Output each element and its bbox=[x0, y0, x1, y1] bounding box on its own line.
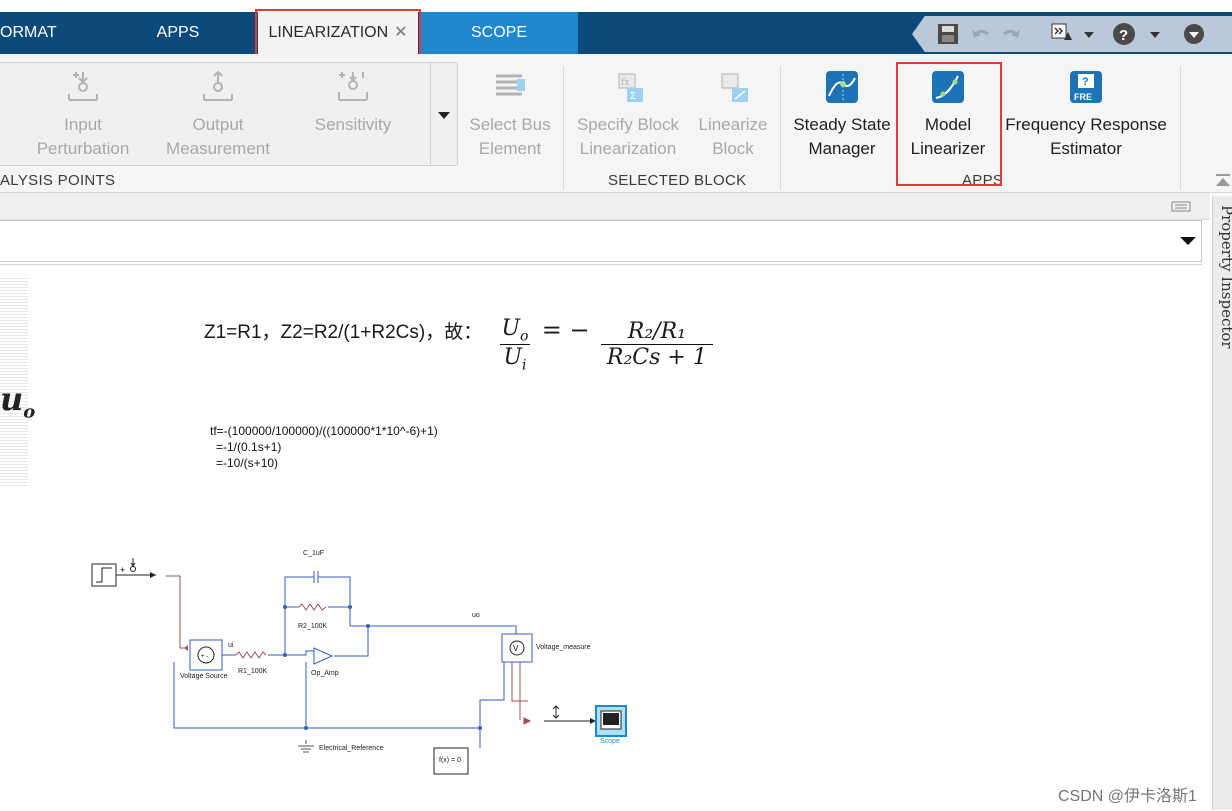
op-amp-block[interactable] bbox=[313, 647, 334, 665]
svg-text:V: V bbox=[513, 644, 519, 653]
physical-wires bbox=[173, 576, 517, 748]
signal-wire bbox=[166, 575, 188, 649]
electrical-reference-label: Electrical_Reference bbox=[319, 745, 384, 752]
op-amp-label: Op_Amp bbox=[311, 670, 339, 677]
property-inspector-label[interactable]: Property Inspector bbox=[1210, 205, 1232, 365]
svg-text:+: + bbox=[120, 565, 125, 575]
voltage-measure-label: Voltage_measure bbox=[536, 644, 591, 651]
voltage-source-block[interactable]: + - bbox=[189, 639, 223, 671]
solver-label: f(x) = 0 bbox=[439, 757, 461, 764]
r2-label: R2_100K bbox=[298, 623, 328, 630]
scroll-up-icon[interactable] bbox=[1214, 174, 1232, 190]
capacitor-block[interactable] bbox=[309, 571, 320, 583]
resistor-r1[interactable] bbox=[235, 651, 267, 659]
uo-label: uo bbox=[472, 612, 480, 619]
svg-text:+ -: + - bbox=[201, 654, 208, 660]
electrical-reference-block[interactable] bbox=[298, 740, 314, 753]
ui-label: ui bbox=[228, 642, 234, 649]
voltage-source-label: Voltage Source bbox=[180, 673, 228, 680]
step-block[interactable]: + bbox=[91, 558, 156, 587]
scope-label: Scope bbox=[600, 738, 620, 745]
voltage-measure-block[interactable]: V bbox=[501, 633, 533, 663]
simulink-diagram: + + - V bbox=[91, 558, 627, 775]
resistor-r2[interactable] bbox=[298, 603, 327, 611]
r1-label: R1_100K bbox=[238, 668, 268, 675]
watermark: CSDN @伊卡洛斯1 bbox=[1058, 788, 1197, 805]
capacitor-label: C_1uF bbox=[303, 550, 325, 557]
scope-block[interactable] bbox=[544, 705, 627, 737]
